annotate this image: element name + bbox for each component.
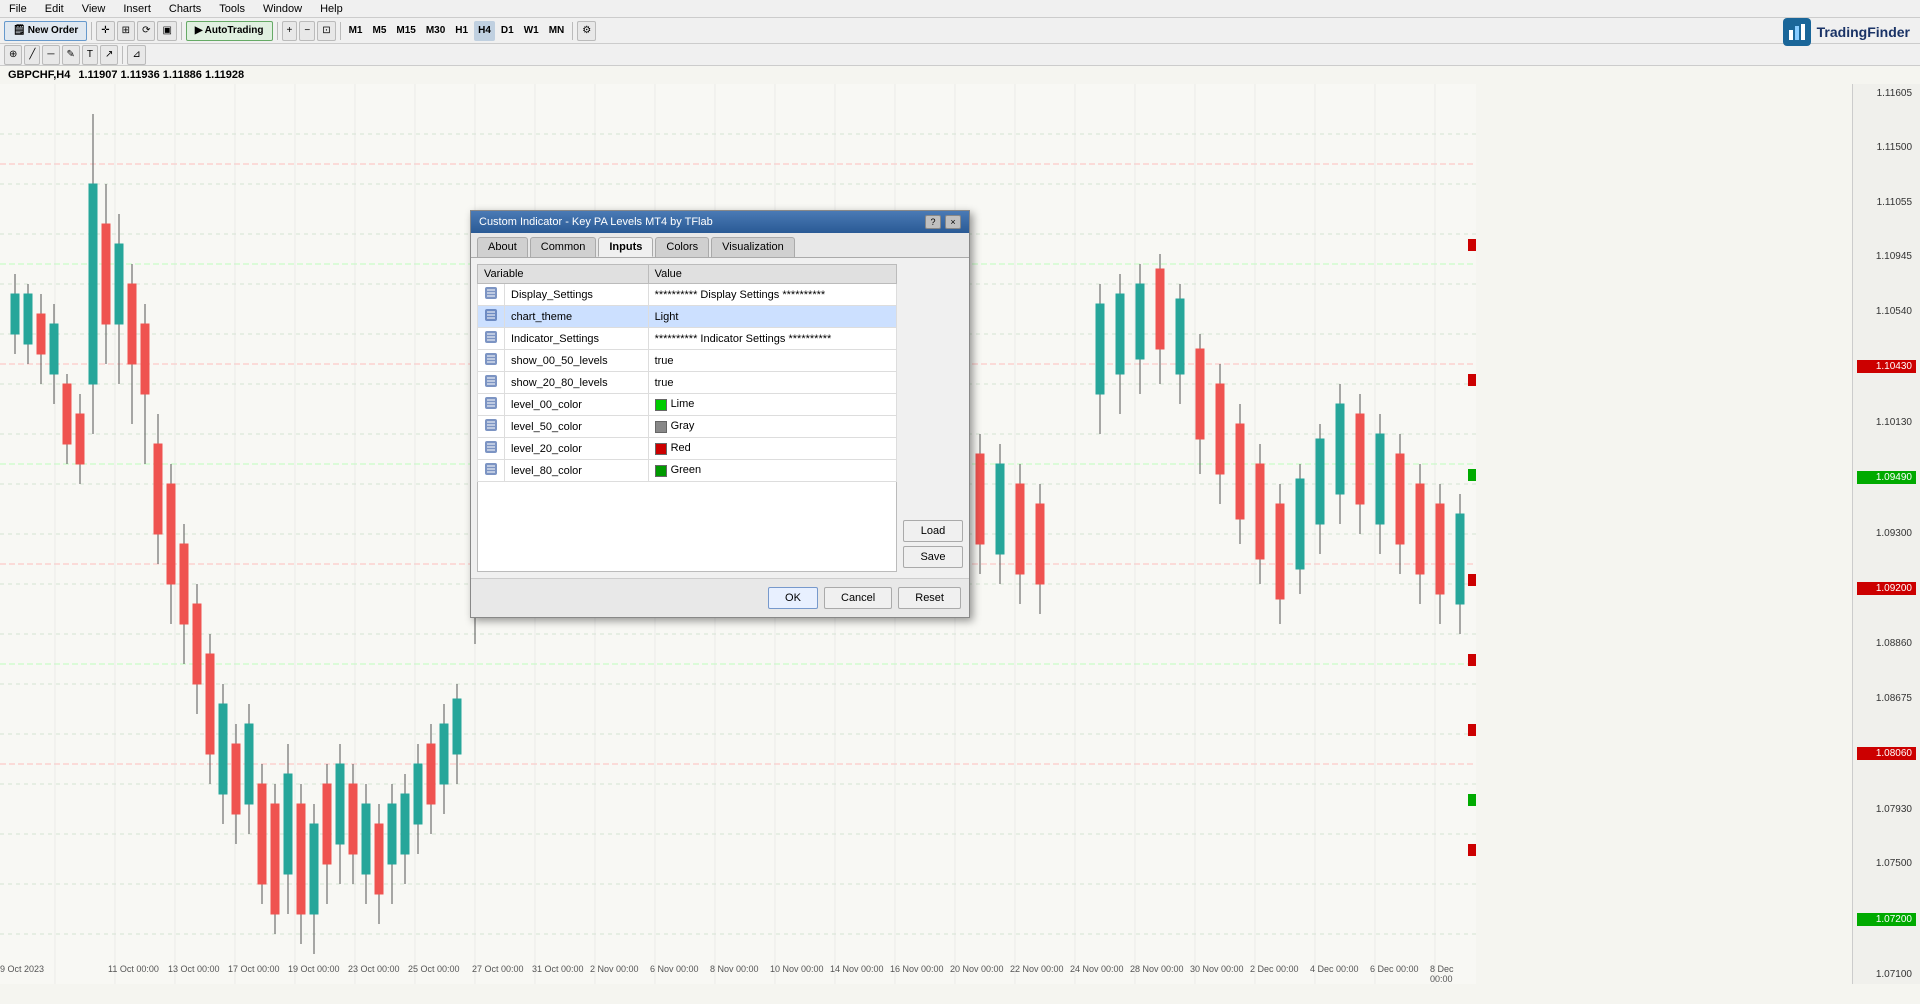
reset-button[interactable]: Reset [898, 587, 961, 609]
table-row[interactable]: level_00_colorLime [478, 394, 897, 416]
row-icon-cell [478, 306, 505, 328]
dialog-help-button[interactable]: ? [925, 215, 941, 229]
dialog-close-button[interactable]: × [945, 215, 961, 229]
table-row[interactable]: show_00_50_levelstrue [478, 350, 897, 372]
row-value: Red [648, 438, 896, 460]
row-icon-cell [478, 350, 505, 372]
row-icon-cell [478, 416, 505, 438]
table-empty-area [477, 482, 897, 572]
variable-table: Variable Value Display_Settings*********… [477, 264, 897, 482]
row-settings-icon [484, 330, 498, 344]
row-value: Green [648, 460, 896, 482]
row-settings-icon [484, 440, 498, 454]
tab-visualization[interactable]: Visualization [711, 237, 795, 257]
tab-colors[interactable]: Colors [655, 237, 709, 257]
row-variable: show_00_50_levels [505, 350, 649, 372]
dialog-titlebar: Custom Indicator - Key PA Levels MT4 by … [471, 211, 969, 233]
table-row[interactable]: level_20_colorRed [478, 438, 897, 460]
row-value: Light [648, 306, 896, 328]
row-settings-icon [484, 286, 498, 300]
row-variable: show_20_80_levels [505, 372, 649, 394]
table-row[interactable]: level_50_colorGray [478, 416, 897, 438]
row-variable: Indicator_Settings [505, 328, 649, 350]
tab-common[interactable]: Common [530, 237, 597, 257]
col-value: Value [648, 265, 896, 284]
dialog-table-area: Variable Value Display_Settings*********… [477, 264, 897, 572]
table-row[interactable]: Indicator_Settings********** Indicator S… [478, 328, 897, 350]
tab-inputs[interactable]: Inputs [598, 237, 653, 257]
row-variable: chart_theme [505, 306, 649, 328]
row-value: Gray [648, 416, 896, 438]
row-settings-icon [484, 374, 498, 388]
table-row[interactable]: show_20_80_levelstrue [478, 372, 897, 394]
dialog-overlay: Custom Indicator - Key PA Levels MT4 by … [0, 0, 1920, 1004]
load-button[interactable]: Load [903, 520, 963, 542]
row-settings-icon [484, 418, 498, 432]
dialog-controls: ? × [925, 215, 961, 229]
color-swatch [655, 465, 667, 477]
row-value: true [648, 372, 896, 394]
row-variable: level_00_color [505, 394, 649, 416]
row-settings-icon [484, 352, 498, 366]
row-settings-icon [484, 462, 498, 476]
row-icon-cell [478, 284, 505, 306]
row-icon-cell [478, 372, 505, 394]
row-settings-icon [484, 308, 498, 322]
row-variable: level_80_color [505, 460, 649, 482]
dialog-buttons-area: Load Save [903, 264, 963, 572]
row-value: true [648, 350, 896, 372]
dialog-title: Custom Indicator - Key PA Levels MT4 by … [479, 216, 713, 228]
color-swatch [655, 443, 667, 455]
dialog-footer: OK Cancel Reset [471, 578, 969, 617]
tab-about[interactable]: About [477, 237, 528, 257]
table-row[interactable]: level_80_colorGreen [478, 460, 897, 482]
row-value: Lime [648, 394, 896, 416]
row-value: ********** Indicator Settings ********** [648, 328, 896, 350]
save-button[interactable]: Save [903, 546, 963, 568]
ok-button[interactable]: OK [768, 587, 818, 609]
dialog-inner: Variable Value Display_Settings*********… [477, 264, 963, 572]
indicator-settings-dialog: Custom Indicator - Key PA Levels MT4 by … [470, 210, 970, 618]
dialog-content: Variable Value Display_Settings*********… [471, 258, 969, 578]
row-icon-cell [478, 328, 505, 350]
color-swatch [655, 421, 667, 433]
cancel-button[interactable]: Cancel [824, 587, 892, 609]
dialog-tabs: About Common Inputs Colors Visualization [471, 233, 969, 258]
row-icon-cell [478, 394, 505, 416]
row-variable: level_50_color [505, 416, 649, 438]
row-variable: Display_Settings [505, 284, 649, 306]
row-settings-icon [484, 396, 498, 410]
row-icon-cell [478, 460, 505, 482]
table-row[interactable]: chart_themeLight [478, 306, 897, 328]
row-icon-cell [478, 438, 505, 460]
row-value: ********** Display Settings ********** [648, 284, 896, 306]
color-swatch [655, 399, 667, 411]
table-row[interactable]: Display_Settings********** Display Setti… [478, 284, 897, 306]
col-variable: Variable [478, 265, 649, 284]
row-variable: level_20_color [505, 438, 649, 460]
